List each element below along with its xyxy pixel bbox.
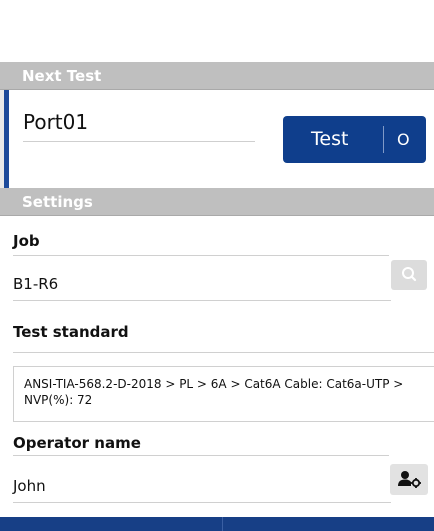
job-top-line — [13, 255, 389, 256]
test-button-divider — [383, 126, 384, 153]
test-standard-label: Test standard — [13, 323, 129, 341]
job-bottom-line — [13, 300, 391, 301]
operator-name-field[interactable]: John — [13, 477, 46, 495]
port-name-field[interactable]: Port01 — [23, 110, 88, 134]
next-test-header: Next Test — [0, 62, 434, 90]
job-label: Job — [13, 232, 40, 250]
test-button[interactable]: Test O — [283, 116, 426, 163]
bottom-bar-divider — [222, 517, 223, 531]
top-blank-area — [0, 0, 434, 62]
test-status-indicator: O — [397, 130, 410, 149]
search-icon — [402, 267, 417, 282]
operator-button[interactable] — [390, 464, 428, 495]
operator-bottom-line — [13, 502, 391, 503]
port-name-underline — [23, 141, 255, 142]
settings-header: Settings — [0, 188, 434, 216]
test-standard-field[interactable]: ANSI-TIA-568.2-D-2018 > PL > 6A > Cat6A … — [13, 366, 434, 422]
job-search-button[interactable] — [391, 260, 427, 290]
next-test-panel: Port01 Test O — [0, 90, 434, 188]
job-field[interactable]: B1-R6 — [13, 275, 58, 293]
test-standard-top-line — [13, 352, 434, 353]
operator-top-line — [13, 455, 389, 456]
operator-name-label: Operator name — [13, 434, 141, 452]
selection-accent-bar — [4, 90, 9, 188]
test-button-label: Test — [311, 128, 349, 150]
user-settings-icon — [398, 471, 421, 488]
bottom-action-bar[interactable] — [0, 517, 434, 531]
